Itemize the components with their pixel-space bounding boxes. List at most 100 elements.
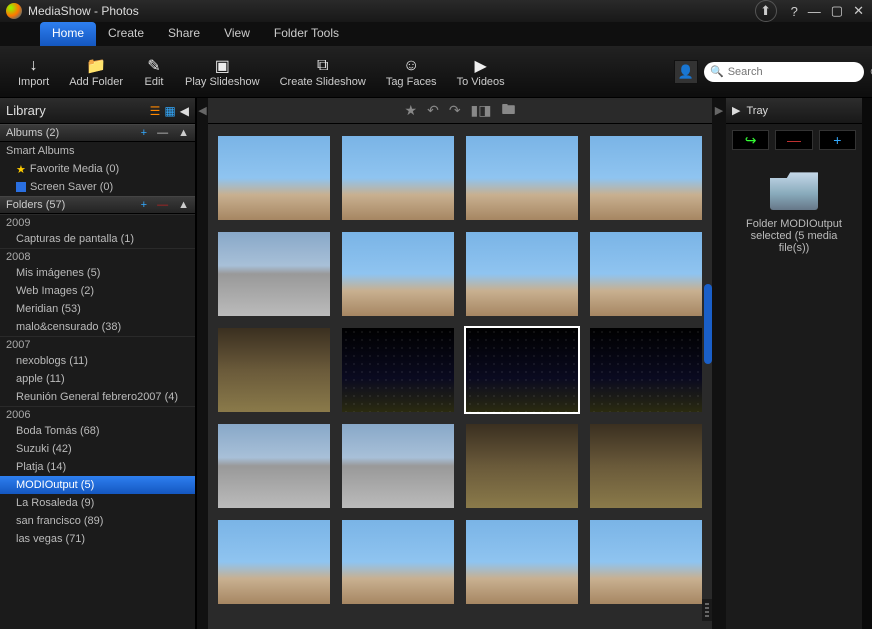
tag-faces-button[interactable]: ☺Tag Faces [376,56,447,88]
tray-add-button[interactable]: ↪ [732,130,769,150]
year-header[interactable]: 2006 [0,406,195,422]
thumbnail[interactable] [466,424,578,508]
thumbnail[interactable] [342,232,454,316]
folder-item[interactable]: Suzuki (42) [0,440,195,458]
folder-item[interactable]: las vegas (71) [0,530,195,548]
add-album-icon[interactable]: + [141,127,147,139]
right-splitter[interactable]: ▶ [712,98,726,629]
collapse-left-icon[interactable]: ◀ [180,104,189,118]
folder-item[interactable]: nexoblogs (11) [0,352,195,370]
folder-item[interactable]: apple (11) [0,370,195,388]
folders-header-label: Folders (57) [6,199,65,211]
minimize-button[interactable]: — [806,4,823,19]
favorite-media-item[interactable]: ★Favorite Media (0) [0,160,195,178]
folder-item[interactable]: La Rosaleda (9) [0,494,195,512]
albums-section-header[interactable]: Albums (2) + — ▲ [0,124,195,142]
tag-icon[interactable]: ▮◨ [471,102,492,119]
thumbnail[interactable] [590,424,702,508]
thumbnail[interactable] [218,328,330,412]
collapse-arrow-icon[interactable]: ▲ [178,127,189,139]
tray-header: ▶ Tray [726,98,862,124]
folder-icon: 📁 [85,56,107,76]
create-slideshow-button[interactable]: ⧉Create Slideshow [270,56,376,88]
tray-plus-button[interactable]: + [819,130,856,150]
folder-item[interactable]: Reunión General febrero2007 (4) [0,388,195,406]
tray-remove-button[interactable]: — [775,130,812,150]
left-splitter[interactable]: ◀ [196,98,208,629]
thumbnail[interactable] [218,136,330,220]
toolbar: ↓Import 📁Add Folder ✎Edit ▣Play Slidesho… [0,46,872,98]
stack-icon[interactable]: 🖿 [501,99,515,123]
tray-body: Folder MODIOutput selected (5 media file… [726,156,862,262]
add-folder-button[interactable]: 📁Add Folder [59,56,133,88]
menu-tab-folder-tools[interactable]: Folder Tools [262,22,351,46]
screen-saver-item[interactable]: Screen Saver (0) [0,178,195,196]
minus-icon[interactable]: — [157,127,168,139]
thumbnail[interactable] [218,424,330,508]
zoom-handle[interactable] [702,599,712,621]
folder-item[interactable]: Web Images (2) [0,282,195,300]
delete-folder-icon[interactable]: — [157,199,168,211]
view-list-icon[interactable]: ☰ [150,104,161,118]
import-button[interactable]: ↓Import [8,56,59,88]
menu-tab-home[interactable]: Home [40,22,96,46]
upload-circle-button[interactable]: ⬆ [755,0,777,22]
scrollbar-thumb[interactable] [704,284,712,364]
maximize-button[interactable]: ▢ [829,3,845,19]
thumbnail[interactable] [466,520,578,604]
thumbnail[interactable] [342,520,454,604]
favorite-star-icon[interactable]: ★ [405,102,418,119]
folder-item[interactable]: Platja (14) [0,458,195,476]
content-toolbar: ★ ↶ ↷ ▮◨ 🖿 [208,98,712,124]
view-grid-icon[interactable]: ▦ [164,104,175,118]
library-panel: Library ☰ ▦ ◀ Albums (2) +—▲ Smart Album… [0,98,196,629]
play-slideshow-icon: ▣ [211,56,233,76]
thumbnail-selected[interactable] [466,328,578,412]
to-videos-button[interactable]: ▶To Videos [447,56,515,88]
folders-section-header[interactable]: Folders (57) + — ▲ [0,196,195,214]
thumbnail[interactable] [218,520,330,604]
year-header[interactable]: 2009 [0,214,195,230]
search-input[interactable] [728,66,870,78]
menu-tab-share[interactable]: Share [156,22,212,46]
thumbnail[interactable] [342,136,454,220]
smart-albums-label: Smart Albums [6,145,74,157]
folder-item[interactable]: Boda Tomás (68) [0,422,195,440]
rotate-left-icon[interactable]: ↶ [427,102,439,119]
thumbnail[interactable] [466,232,578,316]
menu-tab-create[interactable]: Create [96,22,156,46]
thumbnail[interactable] [218,232,330,316]
folder-item[interactable]: Mis imágenes (5) [0,264,195,282]
thumbnail[interactable] [342,424,454,508]
help-button[interactable]: ? [789,4,800,19]
close-button[interactable]: ✕ [851,3,866,19]
play-slideshow-button[interactable]: ▣Play Slideshow [175,56,270,88]
chevron-right-icon: ▶ [715,104,723,117]
folder-item[interactable]: malo&censurado (38) [0,318,195,336]
add-folder-icon[interactable]: + [141,199,147,211]
thumbnail[interactable] [590,232,702,316]
folder-item[interactable]: Meridian (53) [0,300,195,318]
collapse-arrow-icon[interactable]: ▲ [178,199,189,211]
search-box[interactable]: 🔍 ⊘ [704,62,864,82]
favorite-media-label: Favorite Media (0) [30,163,119,175]
tray-collapse-icon[interactable]: ▶ [732,104,740,117]
edit-button[interactable]: ✎Edit [133,56,175,88]
thumbnail[interactable] [590,520,702,604]
import-label: Import [18,76,49,88]
smart-albums-item[interactable]: Smart Albums [0,142,195,160]
albums-header-label: Albums (2) [6,127,59,139]
folder-item[interactable]: MODIOutput (5) [0,476,195,494]
rotate-right-icon[interactable]: ↷ [449,102,461,119]
thumbnail[interactable] [466,136,578,220]
account-button[interactable]: 👤 [674,60,698,84]
folder-item[interactable]: san francisco (89) [0,512,195,530]
folder-item[interactable]: Capturas de pantalla (1) [0,230,195,248]
thumbnail[interactable] [590,328,702,412]
year-header[interactable]: 2008 [0,248,195,264]
thumbnail[interactable] [590,136,702,220]
menu-tab-view[interactable]: View [212,22,262,46]
thumbnail[interactable] [342,328,454,412]
year-header[interactable]: 2007 [0,336,195,352]
face-icon: ☺ [400,56,422,76]
